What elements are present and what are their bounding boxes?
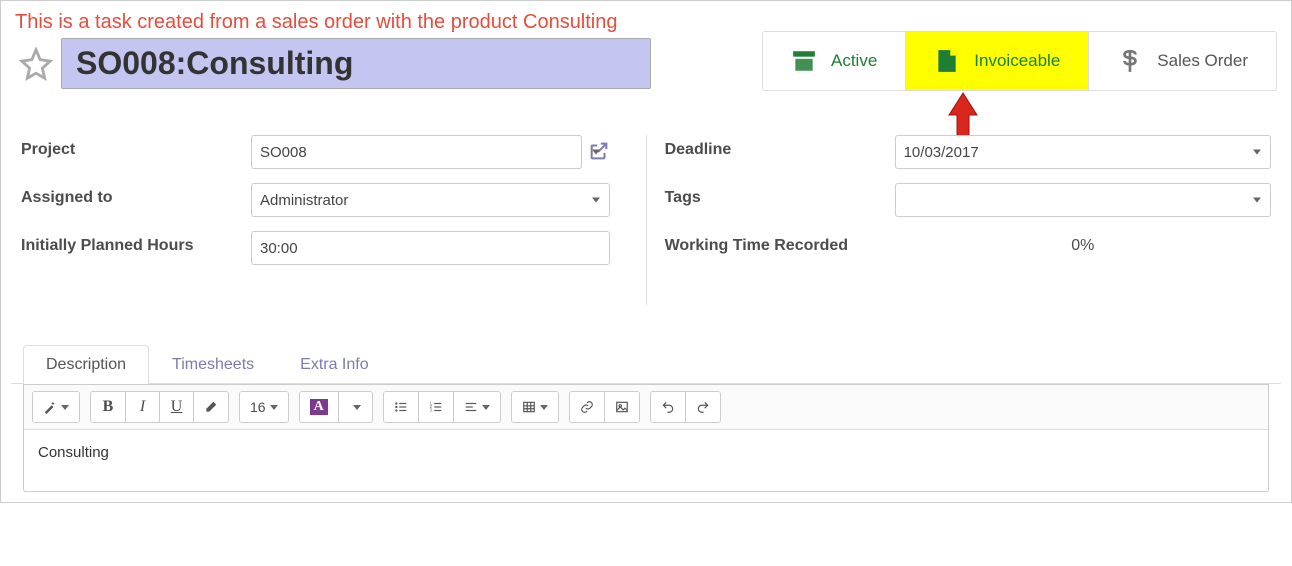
star-icon[interactable] <box>19 47 53 81</box>
deadline-label: Deadline <box>665 135 895 159</box>
task-title-input[interactable] <box>61 38 651 89</box>
tags-select[interactable] <box>895 183 1271 217</box>
redo-icon <box>696 400 710 414</box>
status-sales-order-label: Sales Order <box>1157 51 1248 71</box>
archive-icon <box>791 48 817 74</box>
file-icon <box>934 48 960 74</box>
font-color-dropdown[interactable] <box>338 392 372 422</box>
status-sales-order-button[interactable]: Sales Order <box>1088 32 1276 90</box>
column-divider <box>646 135 647 305</box>
style-button[interactable] <box>33 392 79 422</box>
font-size-button[interactable]: 16 <box>240 392 288 422</box>
bold-button[interactable]: B <box>91 392 125 422</box>
project-label: Project <box>21 135 251 159</box>
editor-toolbar: B I U 16 A 123 <box>24 384 1268 430</box>
remove-format-button[interactable] <box>193 392 228 422</box>
redo-button[interactable] <box>685 392 720 422</box>
underline-button[interactable]: U <box>159 392 193 422</box>
undo-button[interactable] <box>651 392 685 422</box>
deadline-input[interactable] <box>895 135 1271 169</box>
svg-text:3: 3 <box>429 408 432 413</box>
status-active-button[interactable]: Active <box>763 32 905 90</box>
tab-description[interactable]: Description <box>23 345 149 384</box>
image-icon <box>615 400 629 414</box>
tags-label: Tags <box>665 183 895 207</box>
assigned-to-select[interactable] <box>251 183 610 217</box>
editor-body[interactable]: Consulting <box>24 430 1268 491</box>
link-icon <box>580 400 594 414</box>
link-button[interactable] <box>570 392 604 422</box>
magic-icon <box>43 400 57 414</box>
working-time-label: Working Time Recorded <box>665 231 895 255</box>
dollar-icon <box>1117 48 1143 74</box>
rich-text-editor: B I U 16 A 123 <box>23 384 1269 492</box>
assigned-to-label: Assigned to <box>21 183 251 207</box>
status-invoiceable-button[interactable]: Invoiceable <box>905 32 1088 90</box>
tab-extra-info[interactable]: Extra Info <box>277 345 391 384</box>
ordered-list-button[interactable]: 123 <box>418 392 453 422</box>
tab-bar: Description Timesheets Extra Info <box>11 345 1281 384</box>
table-icon <box>522 400 536 414</box>
planned-hours-input[interactable] <box>251 231 610 265</box>
project-select[interactable] <box>251 135 582 169</box>
font-color-button[interactable]: A <box>300 392 338 422</box>
status-active-label: Active <box>831 51 877 71</box>
italic-button[interactable]: I <box>125 392 159 422</box>
status-bar: Active Invoiceable Sales Order <box>762 31 1277 91</box>
eraser-icon <box>204 400 218 414</box>
undo-icon <box>661 400 675 414</box>
working-time-value: 0% <box>895 231 1271 255</box>
paragraph-button[interactable] <box>453 392 500 422</box>
ul-icon <box>394 400 408 414</box>
image-button[interactable] <box>604 392 639 422</box>
align-icon <box>464 400 478 414</box>
status-invoiceable-label: Invoiceable <box>974 51 1060 71</box>
table-button[interactable] <box>512 392 558 422</box>
external-link-icon[interactable] <box>588 140 610 165</box>
tab-timesheets[interactable]: Timesheets <box>149 345 277 384</box>
font-size-value: 16 <box>250 399 266 415</box>
font-color-icon: A <box>310 399 328 415</box>
planned-hours-label: Initially Planned Hours <box>21 231 251 255</box>
ol-icon: 123 <box>429 400 443 414</box>
unordered-list-button[interactable] <box>384 392 418 422</box>
